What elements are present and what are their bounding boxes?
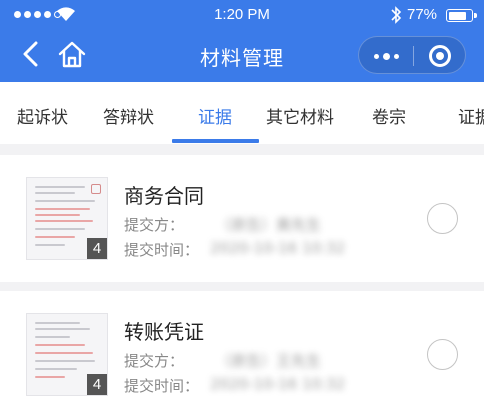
submitter-row: 提交方： （原告）王先生 xyxy=(124,350,321,371)
submit-time-label: 提交时间： xyxy=(124,241,200,259)
document-thumbnail[interactable]: 4 xyxy=(26,177,108,260)
submit-time-value: 2020-10-16 10:32 xyxy=(210,239,346,257)
document-thumbnail[interactable]: 4 xyxy=(26,313,108,396)
submitter-value: （原告）王先生 xyxy=(216,352,322,370)
submitter-value: （原告）黄先生 xyxy=(216,216,322,234)
select-radio[interactable] xyxy=(427,339,458,370)
material-title: 商务合同 xyxy=(124,184,204,208)
more-icon[interactable] xyxy=(359,37,413,75)
page-count-badge: 4 xyxy=(87,238,107,259)
tab-evidence-2[interactable]: 证据 xyxy=(458,103,484,128)
submit-time-row: 提交时间： 2020-10-16 10:32 xyxy=(124,375,345,396)
submit-time-row: 提交时间： 2020-10-16 10:32 xyxy=(124,239,345,260)
mini-program-capsule xyxy=(358,36,466,74)
submitter-label: 提交方： xyxy=(124,352,185,370)
submit-time-value: 2020-10-16 10:32 xyxy=(210,375,346,393)
tab-defense[interactable]: 答辩状 xyxy=(103,103,154,128)
status-bar: 1:20 PM 77% xyxy=(0,0,484,30)
submitter-label: 提交方： xyxy=(124,216,185,234)
select-radio[interactable] xyxy=(427,203,458,234)
material-title: 转账凭证 xyxy=(124,320,204,344)
app-header: 1:20 PM 77% 材料管理 xyxy=(0,0,484,82)
tab-case-file[interactable]: 卷宗 xyxy=(372,103,406,128)
list-item[interactable]: 4 转账凭证 提交方： （原告）王先生 提交时间： 2020-10-16 10:… xyxy=(0,291,484,418)
battery-percent: 77% xyxy=(407,6,438,23)
tab-evidence[interactable]: 证据 xyxy=(198,103,232,128)
close-icon[interactable] xyxy=(414,37,467,75)
category-tabs: 起诉状 答辩状 证据 其它材料 卷宗 证据 xyxy=(0,82,484,144)
page-count-badge: 4 xyxy=(87,374,107,395)
bluetooth-icon xyxy=(391,6,402,24)
submit-time-label: 提交时间： xyxy=(124,377,200,395)
submitter-row: 提交方： （原告）黄先生 xyxy=(124,214,321,235)
active-tab-indicator xyxy=(172,139,259,143)
battery-icon xyxy=(446,9,477,22)
tab-other-materials[interactable]: 其它材料 xyxy=(266,103,334,128)
list-item[interactable]: 4 商务合同 提交方： （原告）黄先生 提交时间： 2020-10-16 10:… xyxy=(0,155,484,282)
tab-complaint[interactable]: 起诉状 xyxy=(17,103,68,128)
